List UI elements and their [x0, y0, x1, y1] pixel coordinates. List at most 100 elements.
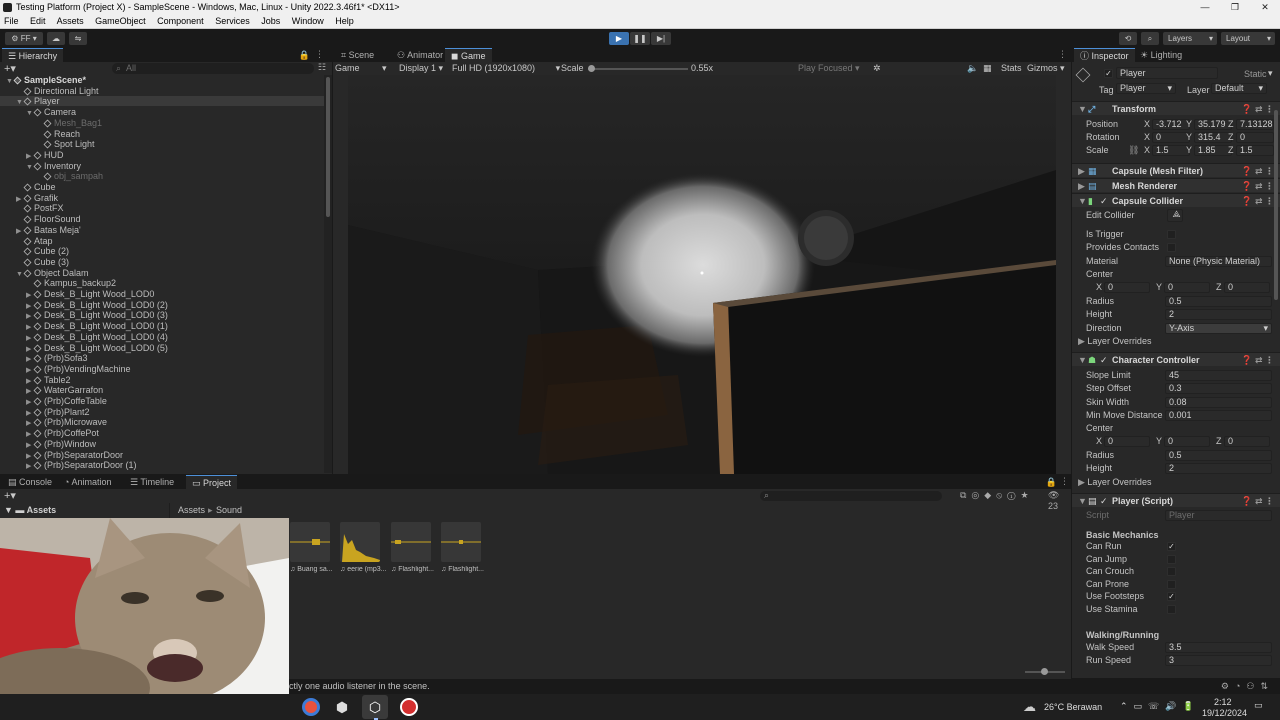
- hierarchy-item[interactable]: Kampus_backup2: [0, 278, 324, 288]
- collapse-arrow-icon[interactable]: ▶: [26, 462, 34, 472]
- hierarchy-item[interactable]: FloorSound: [0, 214, 324, 224]
- mute-audio-icon[interactable]: 🔈: [967, 62, 978, 75]
- asset-tile[interactable]: ♫ Flashlight...: [441, 522, 484, 573]
- display-mode-dropdown[interactable]: Game ▾: [335, 62, 387, 75]
- resolution-icon[interactable]: ▦: [983, 62, 992, 75]
- asset-tile[interactable]: ♫ Buang sa...: [290, 522, 333, 573]
- panel-menu-icon[interactable]: ⋮: [1058, 49, 1067, 60]
- tag-dropdown[interactable]: Player ▾: [1116, 83, 1176, 94]
- clock-date[interactable]: 19/12/2024: [1202, 708, 1247, 718]
- menu-assets[interactable]: Assets: [57, 16, 84, 26]
- chrome-icon[interactable]: [302, 698, 320, 716]
- rotation-y-field[interactable]: 315.4: [1194, 132, 1232, 143]
- collider-layer-overrides[interactable]: ▶ Layer Overrides: [1078, 335, 1274, 348]
- lock-icon[interactable]: 🔒: [1046, 477, 1057, 488]
- unity-hub-icon[interactable]: ⬢: [334, 699, 350, 715]
- scale-x-field[interactable]: 1.5: [1152, 145, 1190, 156]
- hierarchy-item[interactable]: ▼ SampleScene*: [0, 75, 324, 85]
- mesh-filter-header[interactable]: ▶ ▦ Capsule (Mesh Filter) ❓ ⇄ ⋮: [1072, 163, 1280, 177]
- game-render-view[interactable]: [348, 75, 1056, 474]
- hierarchy-item[interactable]: ▶ Table2: [0, 375, 324, 385]
- tab-animation[interactable]: ◔ Animation: [58, 475, 117, 489]
- hierarchy-item[interactable]: ▼ Object Dalam: [0, 268, 324, 278]
- panel-menu-icon[interactable]: ⋮: [1060, 476, 1069, 487]
- pause-button[interactable]: ❚❚: [630, 32, 650, 45]
- maximize-icon[interactable]: ❐: [1220, 0, 1250, 15]
- hierarchy-item[interactable]: Mesh_Bag1: [0, 118, 324, 128]
- controller-height-field[interactable]: 2: [1165, 463, 1272, 474]
- resolution-dropdown[interactable]: Full HD (1920x1080) ▾: [452, 62, 560, 75]
- run-speed-field[interactable]: 3: [1165, 655, 1272, 666]
- play-focused-dropdown[interactable]: Play Focused ▾: [798, 62, 860, 75]
- can-prone-checkbox[interactable]: [1167, 580, 1176, 589]
- tab-console[interactable]: ▤ Console: [2, 475, 58, 489]
- hierarchy-item[interactable]: Atap: [0, 236, 324, 246]
- menu-services[interactable]: Services: [215, 16, 250, 26]
- hierarchy-item[interactable]: ▶ Desk_B_Light Wood_LOD0 (3): [0, 310, 324, 320]
- hierarchy-item[interactable]: Reach: [0, 129, 324, 139]
- scrollbar-thumb[interactable]: [326, 77, 330, 217]
- breadcrumb-sound[interactable]: Sound: [216, 503, 242, 517]
- can-crouch-checkbox[interactable]: [1167, 567, 1176, 576]
- history-icon[interactable]: ⟲: [1119, 32, 1137, 45]
- controller-center-y[interactable]: 0: [1164, 436, 1210, 447]
- icon-size-slider[interactable]: [1025, 668, 1065, 675]
- edit-collider-button[interactable]: ⟁: [1167, 209, 1183, 222]
- tray-icons[interactable]: ⌃▭☏🔊🔋: [1120, 701, 1200, 712]
- inspector-scrollbar[interactable]: [1274, 110, 1278, 300]
- hierarchy-item[interactable]: ▶ (Prb)Sofa3: [0, 353, 324, 363]
- material-field[interactable]: None (Physic Material): [1165, 256, 1272, 267]
- assets-root-folder[interactable]: ▼ ▬ Assets: [0, 505, 169, 515]
- can-jump-checkbox[interactable]: [1167, 555, 1176, 564]
- static-dropdown-icon[interactable]: ▾: [1268, 68, 1273, 79]
- unity-editor-icon[interactable]: ⬡: [362, 695, 388, 719]
- tab-hierarchy[interactable]: ☰ Hierarchy: [2, 48, 64, 62]
- menu-window[interactable]: Window: [292, 16, 324, 26]
- hierarchy-item[interactable]: Spot Light: [0, 139, 324, 149]
- active-checkbox[interactable]: ✓: [1104, 69, 1113, 78]
- tab-game[interactable]: ◼ Game: [445, 48, 492, 62]
- hierarchy-item[interactable]: ▶ (Prb)SeparatorDoor (1): [0, 460, 324, 470]
- rotation-z-field[interactable]: 0: [1236, 132, 1274, 143]
- hierarchy-item[interactable]: ▶ Desk_B_Light Wood_LOD0 (1): [0, 321, 324, 331]
- bug-icon[interactable]: ✲: [873, 62, 881, 75]
- status-icons[interactable]: ⚙◔⚇⇅: [1221, 679, 1274, 694]
- walk-speed-field[interactable]: 3.5: [1165, 642, 1272, 653]
- scale-y-field[interactable]: 1.85: [1194, 145, 1232, 156]
- tab-inspector[interactable]: ⓘ Inspector: [1074, 48, 1135, 62]
- direction-dropdown[interactable]: Y-Axis ▾: [1165, 323, 1272, 334]
- notification-icon[interactable]: ▭: [1254, 700, 1263, 711]
- cloud-icon[interactable]: ☁: [47, 32, 65, 45]
- hierarchy-item[interactable]: ▶ (Prb)Microwave: [0, 417, 324, 427]
- can-run-checkbox[interactable]: ✓: [1167, 542, 1176, 551]
- controller-center-x[interactable]: 0: [1104, 436, 1150, 447]
- slope-limit-field[interactable]: 45: [1165, 370, 1272, 381]
- collider-center-y[interactable]: 0: [1164, 282, 1210, 293]
- hierarchy-item[interactable]: ▼ Inventory: [0, 161, 324, 171]
- provides-contacts-checkbox[interactable]: [1167, 243, 1176, 252]
- stats-button[interactable]: Stats: [1001, 62, 1022, 75]
- step-button[interactable]: ▶|: [651, 32, 671, 45]
- account-button[interactable]: ⚙ FF ▾: [5, 32, 43, 45]
- lock-icon[interactable]: 🔒: [299, 50, 310, 61]
- mesh-renderer-header[interactable]: ▶ ▤ Mesh Renderer ❓ ⇄ ⋮: [1072, 178, 1280, 192]
- gizmos-button[interactable]: Gizmos ▾: [1027, 62, 1065, 75]
- weather-text[interactable]: 26°C Berawan: [1044, 702, 1102, 712]
- display-dropdown[interactable]: Display 1 ▾: [399, 62, 443, 75]
- controller-center-z[interactable]: 0: [1224, 436, 1270, 447]
- collider-center-z[interactable]: 0: [1224, 282, 1270, 293]
- project-filter-icons[interactable]: ⧉◎◆⦸ⓘ★: [960, 490, 1034, 501]
- object-name-field[interactable]: Player: [1116, 67, 1218, 79]
- hierarchy-item[interactable]: Cube: [0, 182, 324, 192]
- hierarchy-item[interactable]: Cube (2): [0, 246, 324, 256]
- hierarchy-search-input[interactable]: ⌕ All: [112, 63, 314, 74]
- use-footsteps-checkbox[interactable]: ✓: [1167, 592, 1176, 601]
- scale-z-field[interactable]: 1.5: [1236, 145, 1274, 156]
- add-icon[interactable]: +▾: [4, 62, 16, 75]
- panel-menu-icon[interactable]: ⋮: [315, 49, 324, 60]
- skin-width-field[interactable]: 0.08: [1165, 397, 1272, 408]
- hierarchy-item[interactable]: ▶ (Prb)CoffeTable: [0, 396, 324, 406]
- hierarchy-item[interactable]: ▶ (Prb)Plant2: [0, 407, 324, 417]
- hierarchy-item[interactable]: obj_sampah: [0, 171, 324, 181]
- project-search-input[interactable]: ⌕: [760, 490, 942, 501]
